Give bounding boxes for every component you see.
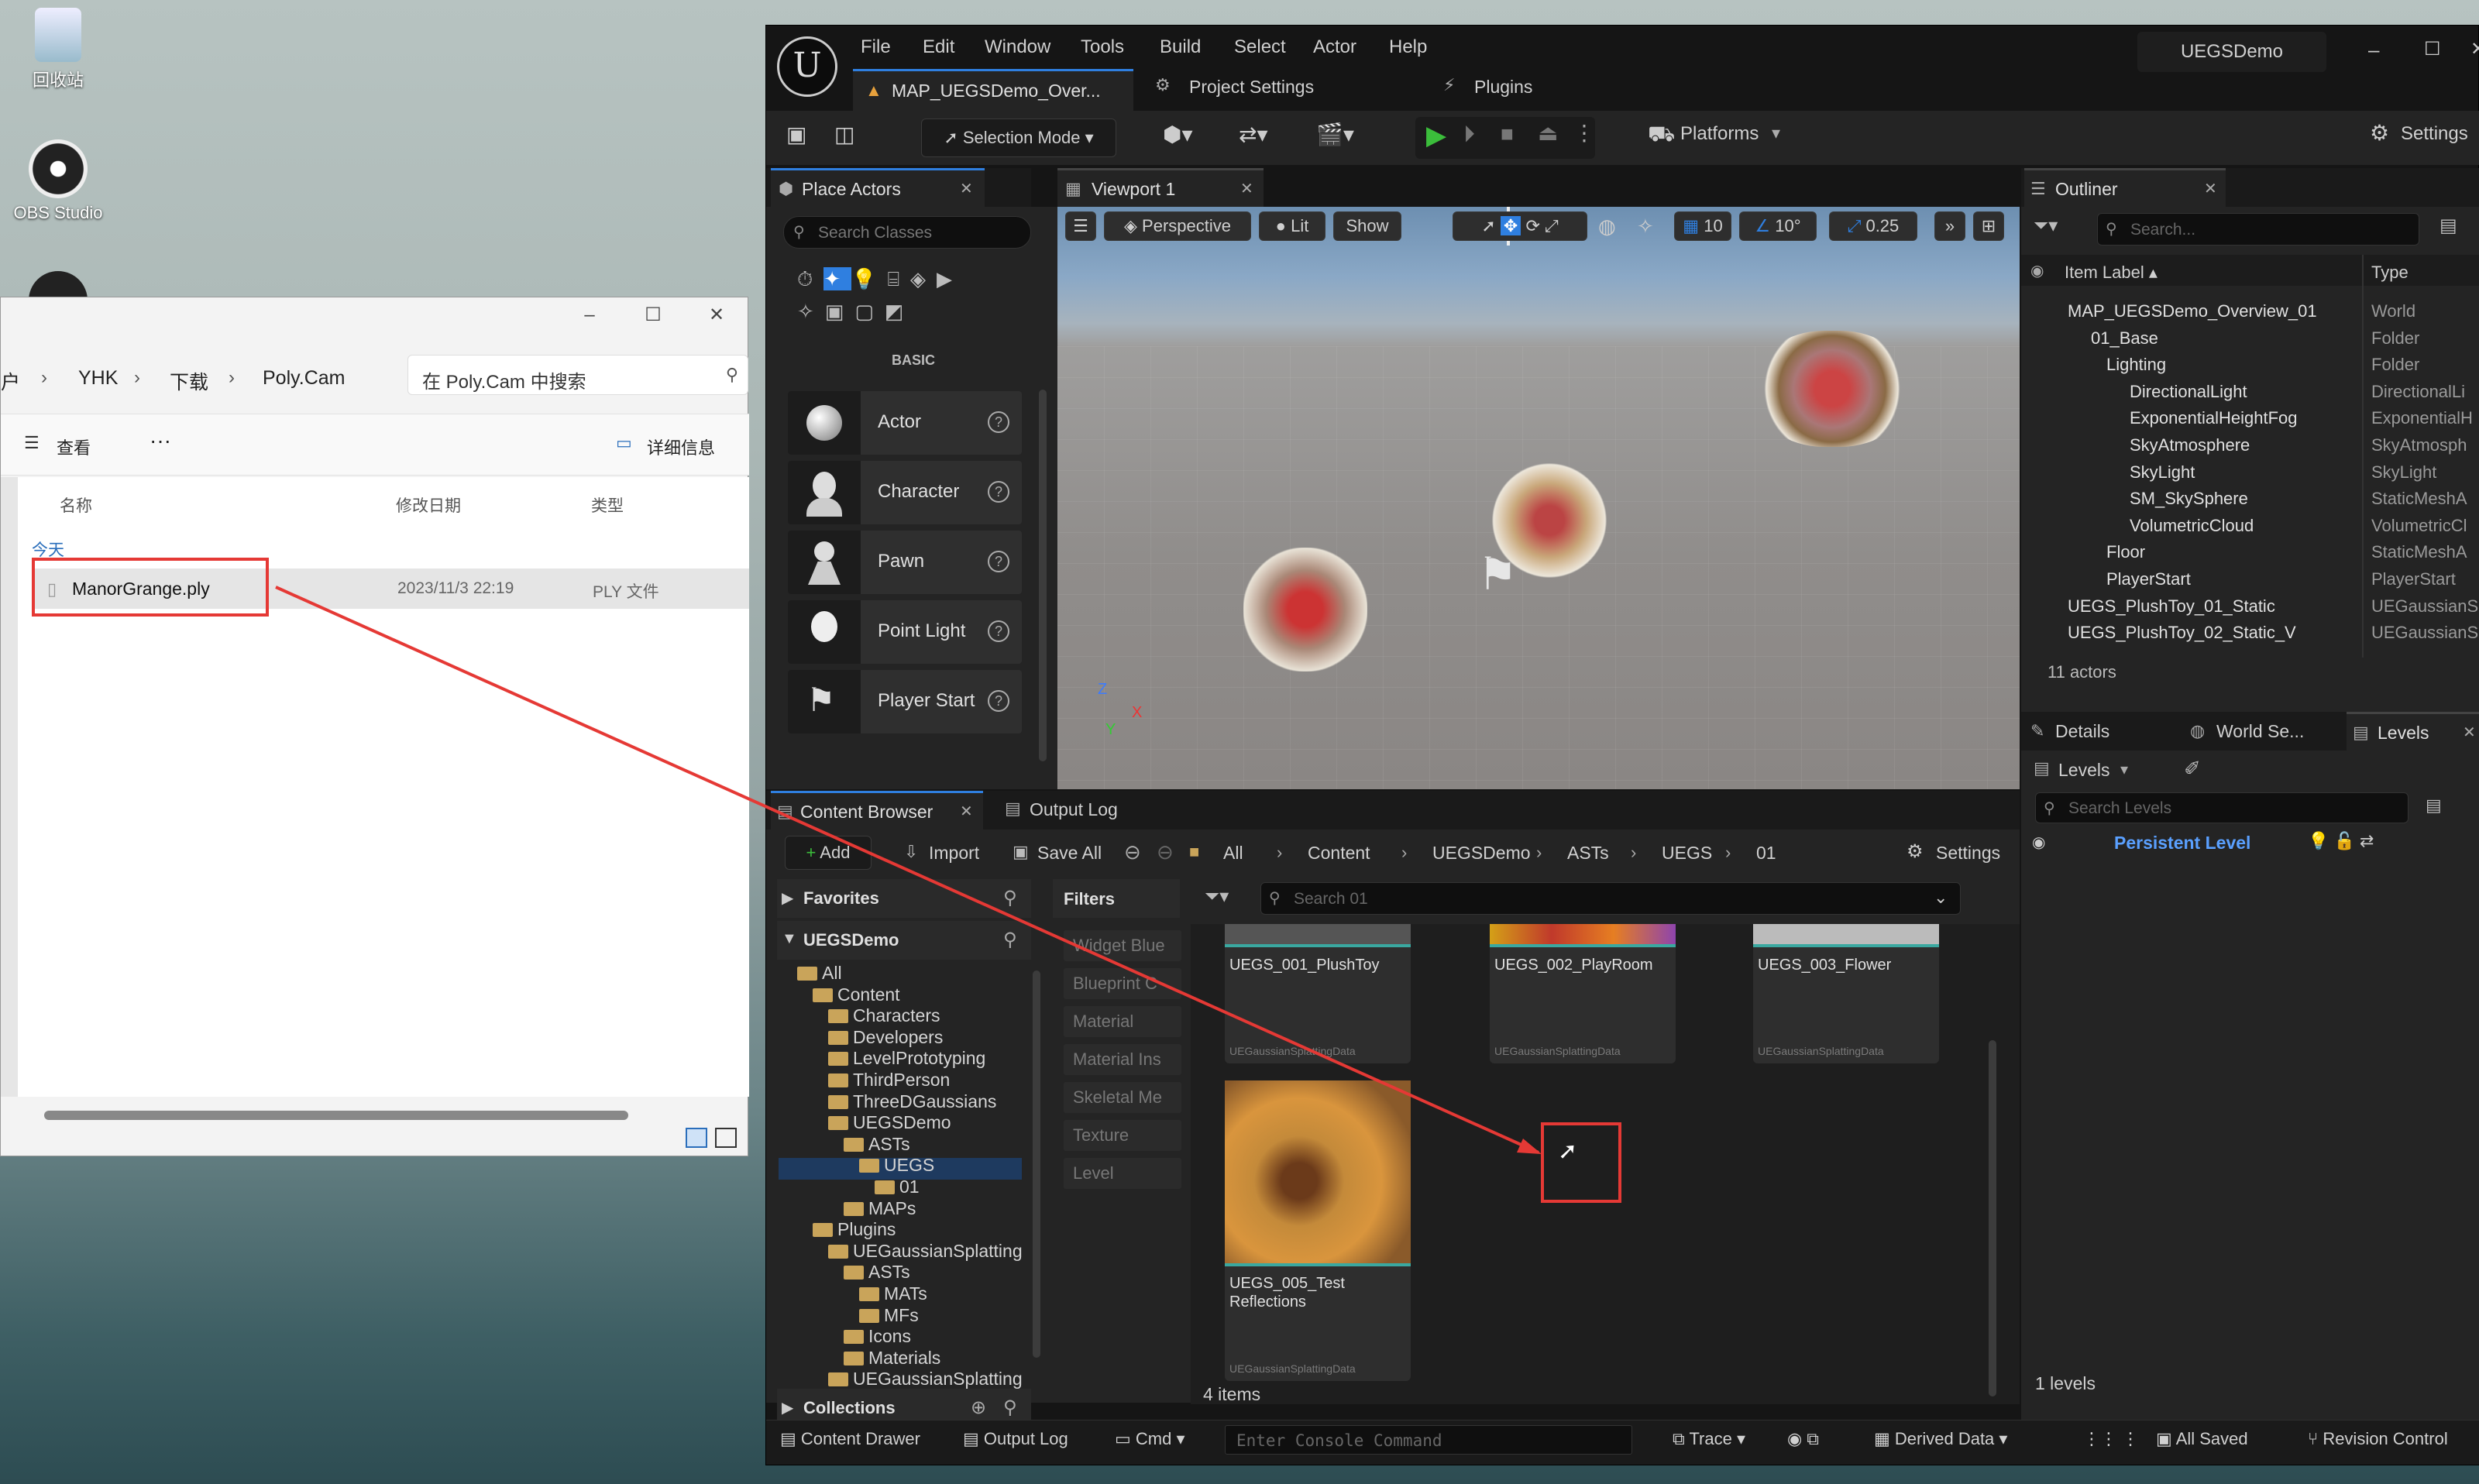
arrow-line bbox=[275, 586, 1539, 1154]
drag-arrow bbox=[275, 586, 1542, 1154]
arrow-head bbox=[1517, 1139, 1542, 1154]
